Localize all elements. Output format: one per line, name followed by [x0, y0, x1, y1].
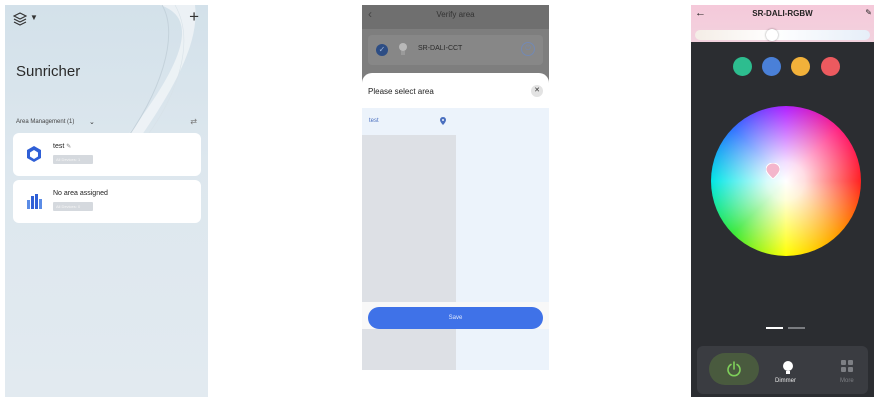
white-temperature-slider[interactable]	[695, 29, 870, 41]
device-count-badge: All Devices: 0	[53, 202, 93, 211]
hexagon-icon	[27, 146, 41, 162]
area-count: (1)	[67, 119, 75, 125]
power-button[interactable]	[709, 353, 759, 385]
area-list: test	[362, 108, 456, 370]
area-card-unassigned[interactable]: No area assigned All Devices: 0	[13, 180, 201, 223]
brand-title: Sunricher	[16, 63, 81, 80]
device-row[interactable]: ✓ SR-DALI-CCT ⏻	[368, 35, 543, 65]
swap-icon[interactable]: ⇄	[190, 117, 197, 126]
color-swatch-red[interactable]	[821, 57, 840, 76]
color-swatch-blue[interactable]	[762, 57, 781, 76]
verify-area-screen: ‹ Verify area ✓ SR-DALI-CCT ⏻ Please sel…	[362, 5, 549, 397]
device-title: SR-DALI-RGBW	[752, 9, 813, 18]
building-icon	[27, 194, 42, 209]
color-swatch-yellow[interactable]	[791, 57, 810, 76]
pager-dot	[788, 327, 805, 329]
chevron-down-icon[interactable]: ⌄	[89, 118, 95, 126]
pencil-icon[interactable]: ✎	[66, 144, 71, 150]
area-card-test[interactable]: test ✎ All Devices: 1	[13, 133, 201, 176]
power-icon	[727, 361, 741, 377]
dimmer-label[interactable]: Dimmer	[775, 378, 796, 384]
caret-down-icon[interactable]: ▼	[30, 13, 38, 22]
area-management-text: Area Management	[16, 119, 66, 125]
area-select-sheet: Please select area ✕ test	[362, 73, 549, 397]
bulb-icon[interactable]	[782, 361, 794, 375]
area-management-label[interactable]: Area Management (1)	[16, 119, 74, 125]
more-label[interactable]: More	[840, 378, 854, 384]
plus-icon[interactable]: +	[189, 8, 199, 25]
edit-icon[interactable]: ✎	[865, 8, 872, 17]
area-name: test	[53, 143, 65, 150]
slider-knob[interactable]	[766, 29, 778, 41]
area-title: test ✎	[53, 143, 71, 150]
top-bar: ▼ +	[5, 5, 208, 33]
check-icon[interactable]: ✓	[376, 44, 388, 56]
area-name: No area assigned	[53, 190, 108, 197]
layers-icon[interactable]	[13, 12, 27, 26]
pager-dot-active	[766, 327, 783, 329]
header: ‹ Verify area	[362, 5, 549, 29]
bottom-control-bar: Dimmer More	[697, 346, 868, 394]
grid-icon[interactable]	[841, 360, 853, 372]
close-icon[interactable]: ✕	[531, 85, 543, 97]
color-swatch-green[interactable]	[733, 57, 752, 76]
rgbw-control-screen: ← SR-DALI-RGBW ✎ Dimmer More	[691, 5, 874, 397]
device-count-badge: All Devices: 1	[53, 155, 93, 164]
color-pin-icon[interactable]	[766, 163, 780, 179]
area-item-label: test	[369, 118, 379, 124]
bulb-icon	[399, 43, 407, 55]
device-name: SR-DALI-CCT	[418, 45, 463, 52]
location-pin-icon	[440, 117, 446, 125]
area-detail-panel	[456, 108, 549, 370]
area-item-test[interactable]: test	[362, 108, 456, 135]
power-icon[interactable]: ⏻	[521, 42, 535, 56]
color-wheel[interactable]	[711, 106, 861, 256]
page-title: Verify area	[436, 10, 475, 19]
save-button[interactable]: Save	[368, 307, 543, 329]
area-list-screen: ▼ + Sunricher Area Management (1) ⌄ ⇄ te…	[5, 5, 208, 397]
sheet-title: Please select area	[368, 87, 434, 96]
